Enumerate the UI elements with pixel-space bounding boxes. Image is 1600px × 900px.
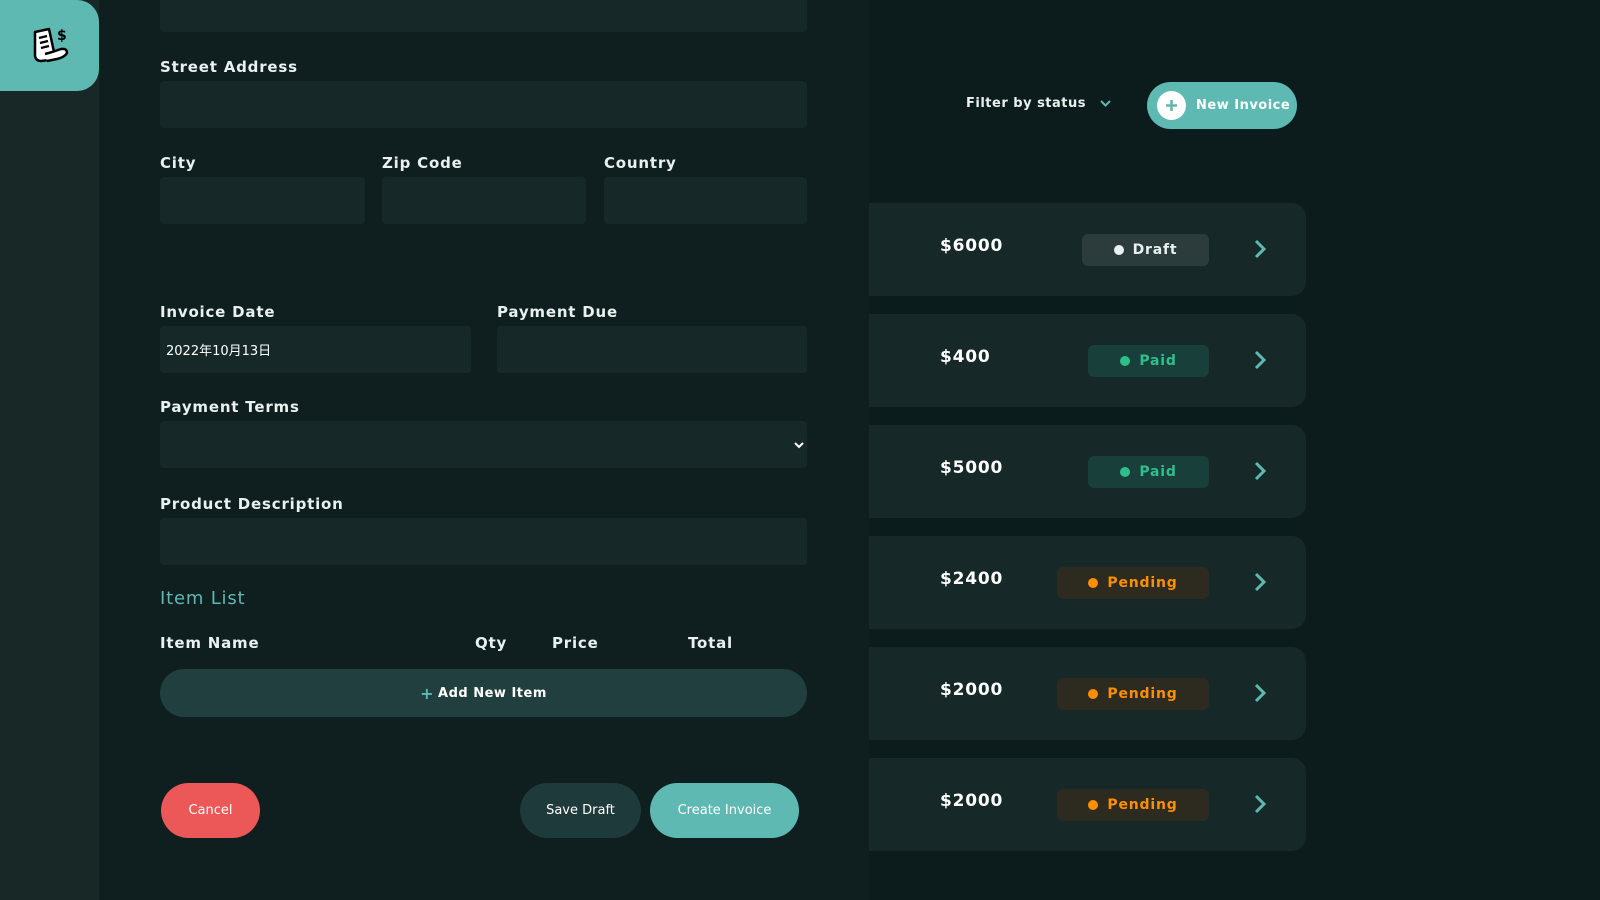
status-dot xyxy=(1120,467,1131,477)
col-qty: Qty xyxy=(475,634,508,652)
create-invoice-button[interactable]: Create Invoice xyxy=(650,783,799,838)
status-text: Pending xyxy=(1107,686,1178,702)
zip-code-field[interactable] xyxy=(382,177,586,224)
status-dot xyxy=(1113,245,1124,255)
status-badge: Pending xyxy=(1057,789,1209,821)
sidebar: $ xyxy=(0,0,99,900)
status-badge: Pending xyxy=(1057,678,1209,710)
filter-by-status-dropdown[interactable]: Filter by status xyxy=(966,96,1111,111)
chevron-right-icon[interactable] xyxy=(1252,238,1268,260)
status-badge: Paid xyxy=(1088,345,1209,377)
new-invoice-label: New Invoice xyxy=(1196,98,1291,113)
status-text: Pending xyxy=(1107,575,1178,591)
cancel-button[interactable]: Cancel xyxy=(161,783,260,838)
new-invoice-button[interactable]: New Invoice xyxy=(1147,82,1297,129)
status-badge: Draft xyxy=(1082,234,1209,266)
svg-text:$: $ xyxy=(57,28,67,44)
product-description-field[interactable] xyxy=(160,518,807,565)
street-address-label: Street Address xyxy=(160,58,298,76)
plus-circle-icon xyxy=(1157,91,1186,120)
chevron-right-icon[interactable] xyxy=(1252,460,1268,482)
invoice-amount: $5000 xyxy=(940,458,1004,478)
invoice-amount: $2400 xyxy=(940,569,1004,589)
col-price: Price xyxy=(552,634,599,652)
invoice-amount: $6000 xyxy=(940,236,1004,256)
chevron-right-icon[interactable] xyxy=(1252,682,1268,704)
status-text: Paid xyxy=(1139,353,1177,369)
status-badge: Pending xyxy=(1057,567,1209,599)
chevron-right-icon[interactable] xyxy=(1252,349,1268,371)
status-text: Pending xyxy=(1107,797,1178,813)
invoice-amount: $400 xyxy=(940,347,991,367)
receipt-dollar-icon: $ xyxy=(33,27,68,62)
city-label: City xyxy=(160,154,197,172)
status-badge: Paid xyxy=(1088,456,1209,488)
chevron-right-icon[interactable] xyxy=(1252,793,1268,815)
status-text: Draft xyxy=(1132,242,1178,258)
add-new-item-button[interactable]: + Add New Item xyxy=(160,669,807,717)
payment-terms-label: Payment Terms xyxy=(160,398,300,416)
country-label: Country xyxy=(604,154,677,172)
save-draft-button[interactable]: Save Draft xyxy=(520,783,641,838)
filter-label: Filter by status xyxy=(966,96,1086,111)
product-description-label: Product Description xyxy=(160,495,344,513)
zip-code-label: Zip Code xyxy=(382,154,463,172)
add-item-label: Add New Item xyxy=(438,685,547,701)
invoice-amount: $2000 xyxy=(940,791,1004,811)
invoice-amount: $2000 xyxy=(940,680,1004,700)
chevron-down-icon xyxy=(794,442,804,449)
status-dot xyxy=(1088,578,1099,588)
plus-icon: + xyxy=(420,683,435,703)
payment-due-label: Payment Due xyxy=(497,303,619,321)
status-dot xyxy=(1120,356,1131,366)
payment-terms-select[interactable] xyxy=(160,421,807,468)
item-list-title: Item List xyxy=(160,588,246,609)
logo[interactable]: $ xyxy=(0,0,99,91)
invoice-date-label: Invoice Date xyxy=(160,303,276,321)
country-field[interactable] xyxy=(604,177,807,224)
status-text: Paid xyxy=(1139,464,1177,480)
street-address-field[interactable] xyxy=(160,81,807,128)
status-dot xyxy=(1088,689,1099,699)
invoice-date-field[interactable] xyxy=(160,326,471,373)
col-total: Total xyxy=(688,634,733,652)
status-dot xyxy=(1088,800,1099,810)
chevron-right-icon[interactable] xyxy=(1252,571,1268,593)
street-address-top-field[interactable] xyxy=(160,0,807,32)
col-item-name: Item Name xyxy=(160,634,260,652)
chevron-down-icon xyxy=(1100,100,1111,107)
payment-due-field[interactable] xyxy=(497,326,807,373)
city-field[interactable] xyxy=(160,177,365,224)
